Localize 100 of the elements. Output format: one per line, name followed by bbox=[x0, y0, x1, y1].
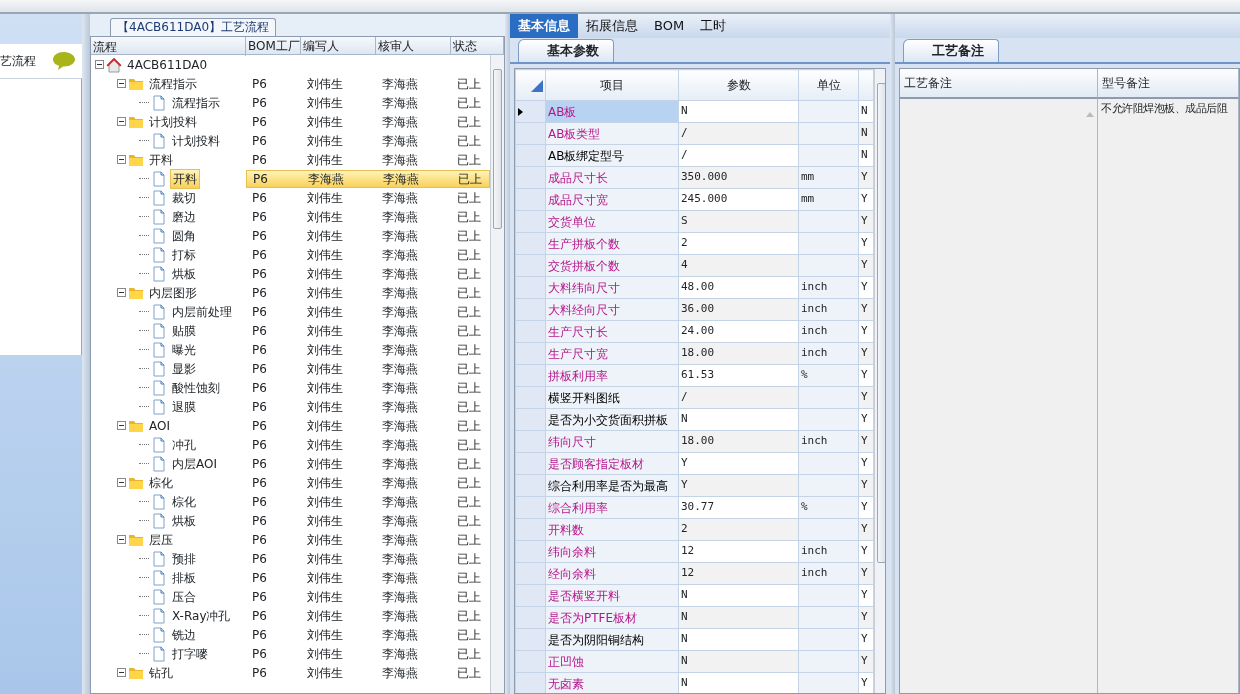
table-cell-text: 李海燕 bbox=[381, 151, 419, 169]
table-cell-text: 已上 bbox=[456, 379, 482, 397]
table-cell-text: 刘伟生 bbox=[306, 417, 344, 435]
tree-node-label[interactable]: 打字嘜 bbox=[170, 644, 210, 663]
table-cell-text: 李海燕 bbox=[381, 341, 419, 359]
table-cell-text: 刘伟生 bbox=[306, 132, 344, 150]
tree-node-label[interactable]: 铣边 bbox=[170, 625, 198, 644]
tree-node-label[interactable]: 开料 bbox=[170, 168, 200, 189]
tree-node-label[interactable]: 酸性蚀刻 bbox=[170, 378, 222, 397]
tree-node-label[interactable]: 钻孔 bbox=[147, 663, 175, 682]
table-cell-text: 已上 bbox=[456, 493, 482, 511]
table-cell-text: 已上 bbox=[456, 531, 482, 549]
column-header[interactable]: 项目 bbox=[545, 69, 679, 101]
column-header[interactable]: 单位 bbox=[798, 69, 859, 101]
collapse-icon[interactable] bbox=[117, 668, 126, 677]
collapse-icon[interactable] bbox=[117, 79, 126, 88]
tree-node-label[interactable]: 压合 bbox=[170, 587, 198, 606]
sub-tab[interactable]: 基本参数 bbox=[518, 39, 614, 62]
tree-node-label[interactable]: 4ACB611DA0 bbox=[125, 55, 210, 74]
table-cell-text: 已上 bbox=[456, 246, 482, 264]
column-header[interactable]: 核审人 bbox=[376, 37, 451, 54]
table-cell-text: 刘伟生 bbox=[306, 607, 344, 625]
tab[interactable]: 工时 bbox=[692, 14, 735, 38]
tree-node-label[interactable]: 预排 bbox=[170, 549, 198, 568]
splitter-handle[interactable] bbox=[82, 14, 90, 694]
tree-node-label[interactable]: 显影 bbox=[170, 359, 198, 378]
column-header[interactable]: 编写人 bbox=[301, 37, 376, 54]
tree-node-label[interactable]: 打标 bbox=[170, 245, 198, 264]
table-cell-text: P6 bbox=[251, 455, 268, 473]
tree-node-label[interactable]: 计划投料 bbox=[147, 112, 199, 131]
sub-tab[interactable]: 工艺备注 bbox=[903, 39, 999, 62]
tree-node-label[interactable]: 流程指示 bbox=[147, 74, 199, 93]
table-cell-text: 刘伟生 bbox=[306, 512, 344, 530]
tree-node-label[interactable]: 冲孔 bbox=[170, 435, 198, 454]
table-cell-text: 李海燕 bbox=[381, 474, 419, 492]
tree-node-label[interactable]: 流程指示 bbox=[170, 93, 222, 112]
table-cell-text: 刘伟生 bbox=[306, 664, 344, 682]
table-cell-text: P6 bbox=[251, 417, 268, 435]
table-cell-text: P6 bbox=[251, 151, 268, 169]
tree-node-label[interactable]: 曝光 bbox=[170, 340, 198, 359]
tree-node-label[interactable]: 圆角 bbox=[170, 226, 198, 245]
tree-node-label[interactable]: 退膜 bbox=[170, 397, 198, 416]
table-cell-text: 不允许阻焊泡板、成品后阻 bbox=[1101, 101, 1227, 117]
tree-node-label[interactable]: 烘板 bbox=[170, 264, 198, 283]
scrollbar[interactable] bbox=[490, 55, 504, 693]
tab[interactable]: 拓展信息 bbox=[578, 14, 646, 38]
table-cell-text: P6 bbox=[251, 493, 268, 511]
tree-node-label[interactable]: 棕化 bbox=[170, 492, 198, 511]
table-cell-text: 李海燕 bbox=[381, 512, 419, 530]
column-header[interactable]: 状态 bbox=[451, 37, 504, 54]
table-cell-text: 已上 bbox=[456, 360, 482, 378]
table-cell-text: 李海燕 bbox=[381, 360, 419, 378]
splitter-handle[interactable] bbox=[890, 14, 895, 694]
splitter-handle[interactable] bbox=[505, 14, 510, 694]
tree-node-label[interactable]: 内层AOI bbox=[170, 454, 219, 473]
column-header[interactable]: 参数 bbox=[678, 69, 799, 101]
collapse-icon[interactable] bbox=[117, 155, 126, 164]
collapse-icon[interactable] bbox=[117, 478, 126, 487]
column-header[interactable]: 工艺备注 bbox=[900, 69, 1098, 99]
tree-node-label[interactable]: 烘板 bbox=[170, 511, 198, 530]
tree-node-label[interactable]: 计划投料 bbox=[170, 131, 222, 150]
table-cell-text: 已上 bbox=[456, 322, 482, 340]
table-cell-text: P6 bbox=[251, 474, 268, 492]
table-cell-text: 李海燕 bbox=[381, 132, 419, 150]
column-header[interactable]: 型号备注 bbox=[1098, 69, 1239, 99]
table-cell-text: 刘伟生 bbox=[306, 645, 344, 663]
table-cell-text: P6 bbox=[251, 303, 268, 321]
tree-node-label[interactable]: 开料 bbox=[147, 150, 175, 169]
collapse-icon[interactable] bbox=[117, 288, 126, 297]
tree-node-label[interactable]: 裁切 bbox=[170, 188, 198, 207]
corner-icon[interactable] bbox=[531, 79, 543, 92]
tree-node-label[interactable]: 贴膜 bbox=[170, 321, 198, 340]
table-cell-text: 已上 bbox=[456, 303, 482, 321]
document-icon bbox=[151, 246, 167, 263]
table-cell-text: P6 bbox=[252, 170, 269, 188]
table-cell-text: 李海燕 bbox=[381, 303, 419, 321]
tree-node-label[interactable]: AOI bbox=[147, 416, 172, 435]
scrollbar[interactable] bbox=[874, 69, 885, 693]
tree-node-label[interactable]: 层压 bbox=[147, 530, 175, 549]
column-header[interactable]: BOM工厂 bbox=[246, 37, 301, 54]
table-cell-text: 李海燕 bbox=[381, 246, 419, 264]
tree-node-label[interactable]: 磨边 bbox=[170, 207, 198, 226]
collapse-icon[interactable] bbox=[117, 117, 126, 126]
tab[interactable]: BOM bbox=[646, 14, 693, 38]
tree-node-label[interactable]: 排板 bbox=[170, 568, 198, 587]
table-cell-text: 已上 bbox=[456, 227, 482, 245]
table-cell-text: P6 bbox=[251, 189, 268, 207]
document-icon bbox=[151, 588, 167, 605]
collapse-icon[interactable] bbox=[117, 535, 126, 544]
document-icon bbox=[151, 227, 167, 244]
collapse-icon[interactable] bbox=[95, 60, 104, 69]
tab[interactable]: 基本信息 bbox=[510, 14, 578, 38]
column-header[interactable]: 流程 bbox=[91, 37, 246, 56]
tree-node-label[interactable]: 内层图形 bbox=[147, 283, 199, 302]
table-cell-text: 刘伟生 bbox=[306, 208, 344, 226]
tree-node-label[interactable]: 棕化 bbox=[147, 473, 175, 492]
tree-node-label[interactable]: X-Ray冲孔 bbox=[170, 606, 233, 625]
table-cell-text: 已上 bbox=[456, 284, 482, 302]
collapse-icon[interactable] bbox=[117, 421, 126, 430]
tree-node-label[interactable]: 内层前处理 bbox=[170, 302, 234, 321]
